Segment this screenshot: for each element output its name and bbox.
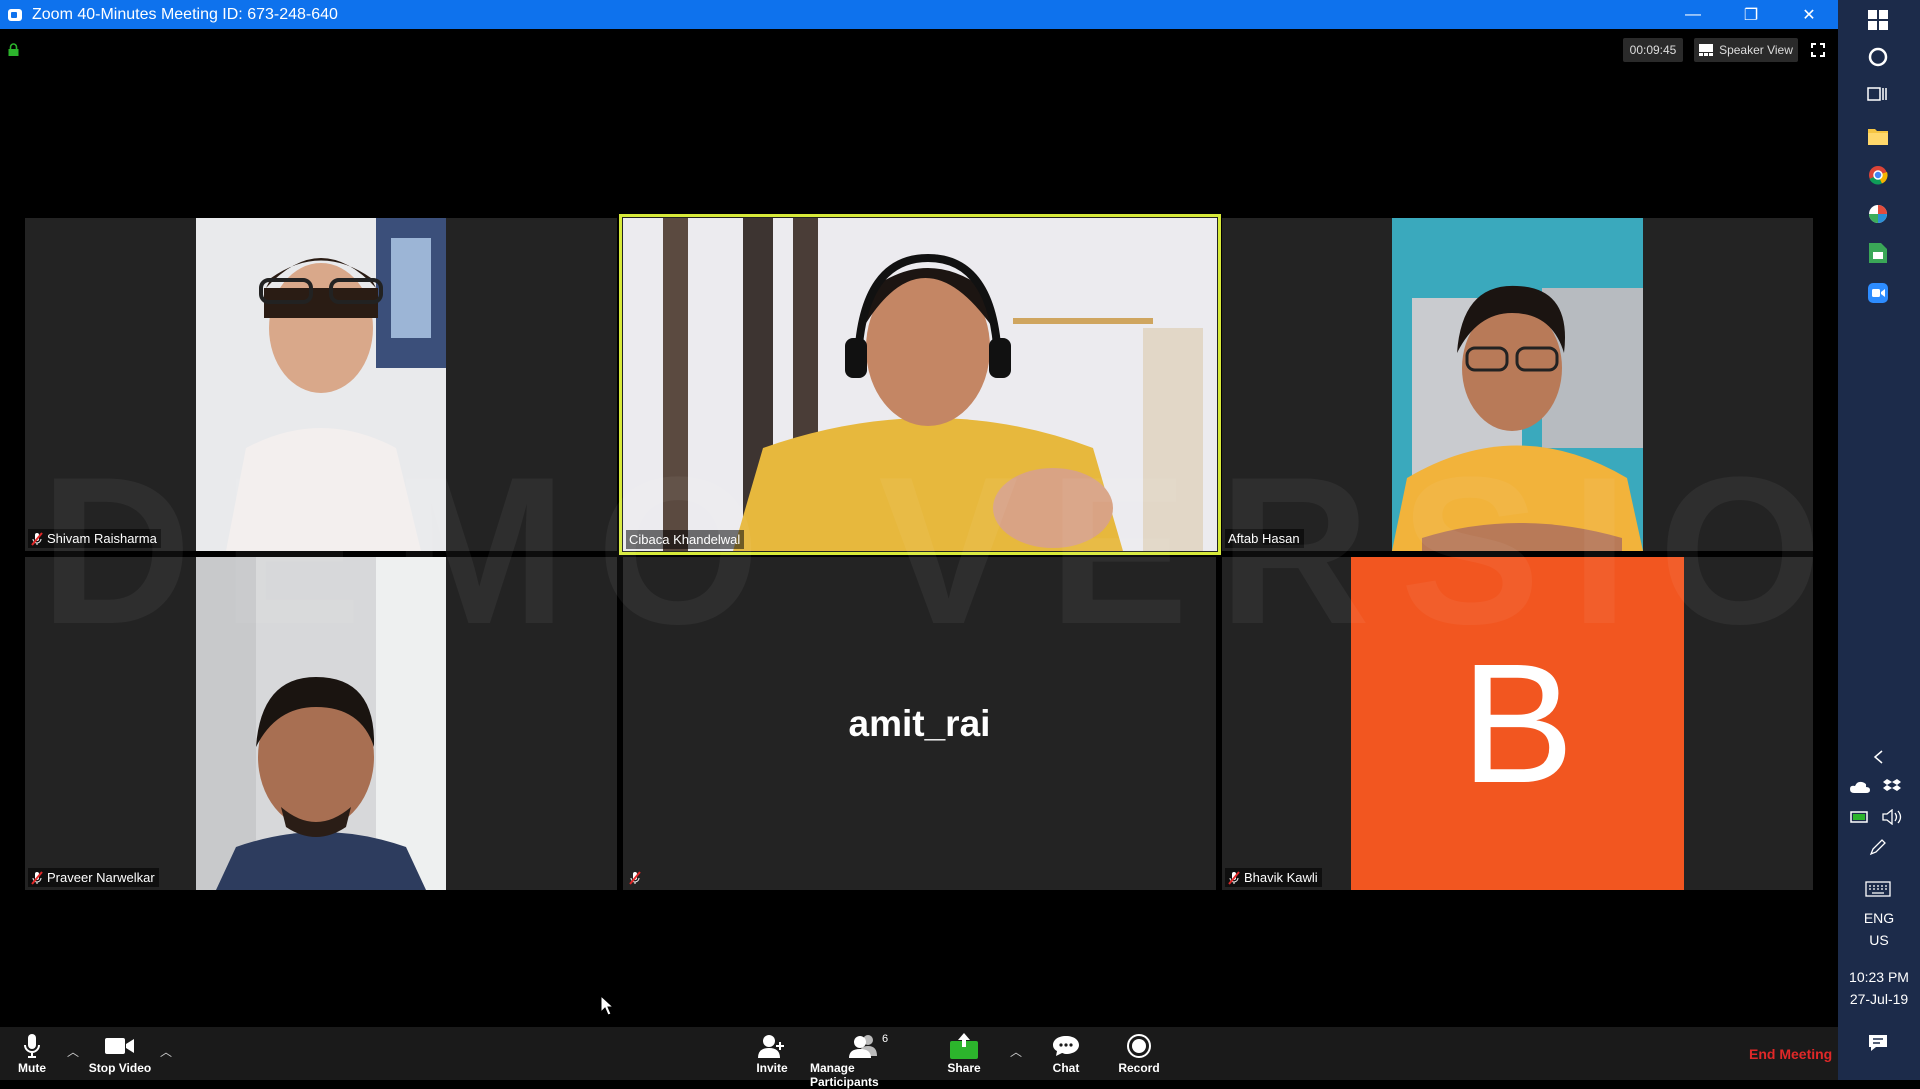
invite-button[interactable]: Invite [755,1031,789,1075]
mouse-cursor-icon [600,995,614,1016]
participants-icon [849,1035,877,1058]
clock[interactable]: 10:23 PM 27-Jul-19 [1838,966,1920,1010]
mute-button[interactable]: Mute [14,1031,50,1075]
participant-name: Aftab Hasan [1228,531,1300,546]
participant-count: 6 [882,1033,889,1045]
participant-name: Cibaca Khandelwal [629,532,741,547]
participant-video [1392,218,1643,551]
participant-name: Shivam Raisharma [47,531,157,546]
end-meeting-button[interactable]: End Meeting [1749,1046,1832,1062]
participant-name: Bhavik Kawli [1244,870,1318,885]
video-options-caret[interactable]: ︿ [160,1043,172,1060]
chat-button[interactable]: Chat [1050,1031,1082,1075]
mic-muted-icon [629,871,641,885]
zoom-window: Zoom 40-Minutes Meeting ID: 673-248-640 … [0,0,1920,1089]
language-region: US [1869,932,1889,948]
video-tile-bhavik[interactable]: B Bhavik Kawli [1222,557,1813,890]
fullscreen-icon[interactable] [1810,42,1826,58]
meeting-toolbar: Mute ︿ Stop Video ︿ Invite Manage Partic… [0,1027,1838,1089]
window-title: Zoom 40-Minutes Meeting ID: 673-248-640 [32,5,338,23]
share-button[interactable]: Share [947,1031,981,1075]
video-tile-cibaca[interactable]: Cibaca Khandelwal [619,214,1221,555]
video-tile-aftab[interactable]: Aftab Hasan [1222,218,1813,551]
share-options-caret[interactable]: ︿ [1010,1043,1022,1060]
participant-video [196,218,446,551]
manage-participants-button[interactable]: Manage Participants [810,1031,918,1089]
manage-participants-label: Manage Participants [810,1061,879,1089]
clock-date: 27-Jul-19 [1849,991,1909,1007]
sheets-icon[interactable] [1862,237,1894,269]
touch-keyboard-icon[interactable] [1862,873,1894,905]
pen-icon[interactable] [1862,831,1894,863]
participant-name-label: Shivam Raisharma [28,529,161,548]
speaker-view-label: Speaker View [1719,43,1793,57]
record-button[interactable]: Record [1118,1031,1160,1075]
video-tile-amit-rai[interactable]: amit_rai [623,557,1216,890]
action-center-icon[interactable] [1862,1027,1894,1059]
chat-bubble-icon [1053,1036,1079,1056]
window-controls: — ❐ ✕ [1664,0,1838,29]
share-label: Share [947,1061,981,1075]
participant-avatar: B [1351,557,1684,890]
participant-video [623,218,1217,551]
cortana-icon[interactable] [1862,41,1894,73]
language-code: ENG [1863,910,1895,926]
stop-video-label: Stop Video [88,1061,152,1075]
language-indicator[interactable]: ENG US [1838,907,1920,951]
show-hidden-icons-chevron[interactable] [1862,741,1894,773]
restore-button[interactable]: ❐ [1722,0,1780,29]
task-view-icon[interactable] [1862,78,1894,110]
volume-icon[interactable] [1876,801,1908,833]
mic-muted-icon [1228,870,1240,885]
microphone-icon [24,1034,40,1058]
minimize-button[interactable]: — [1664,0,1722,29]
chrome-icon[interactable] [1862,159,1894,191]
audio-options-caret[interactable]: ︿ [67,1043,79,1060]
mic-muted-icon [31,870,43,885]
record-label: Record [1118,1061,1160,1075]
onedrive-icon[interactable] [1844,771,1876,803]
participant-display-name: amit_rai [848,702,991,744]
meeting-timer: 00:09:45 [1623,38,1683,62]
title-bar: Zoom 40-Minutes Meeting ID: 673-248-640 … [0,0,1838,29]
mute-label: Mute [18,1061,46,1075]
zoom-icon[interactable] [1862,277,1894,309]
participant-name-label: Bhavik Kawli [1225,868,1322,887]
participant-name-label: Cibaca Khandelwal [626,530,745,549]
zoom-app-icon [8,8,22,21]
dropbox-icon[interactable] [1876,771,1908,803]
app-icon[interactable] [1862,198,1894,230]
clock-time: 10:23 PM [1849,969,1909,985]
windows-taskbar: ENG US 10:23 PM 27-Jul-19 [1838,0,1920,1080]
speaker-view-icon [1699,44,1714,56]
share-screen-icon [950,1033,978,1059]
speaker-view-button[interactable]: Speaker View [1694,38,1798,62]
invite-person-icon [758,1035,784,1058]
participant-video [196,557,446,890]
participant-name-label: Praveer Narwelkar [28,868,159,887]
video-tile-shivam[interactable]: Shivam Raisharma [25,218,617,551]
encryption-lock-icon[interactable] [8,43,19,56]
participant-name: Praveer Narwelkar [47,870,155,885]
invite-label: Invite [756,1061,788,1075]
video-camera-icon [105,1038,134,1054]
windows-start-icon[interactable] [1862,4,1894,36]
record-icon [1127,1034,1151,1058]
mic-muted-icon [31,531,43,546]
participant-name-label: Aftab Hasan [1225,529,1304,548]
stop-video-button[interactable]: Stop Video [88,1031,152,1075]
participant-name-label [626,869,649,887]
file-explorer-icon[interactable] [1862,120,1894,152]
video-tile-praveer[interactable]: Praveer Narwelkar [25,557,617,890]
chat-label: Chat [1052,1061,1080,1075]
close-button[interactable]: ✕ [1780,0,1838,29]
battery-icon[interactable] [1844,801,1876,833]
